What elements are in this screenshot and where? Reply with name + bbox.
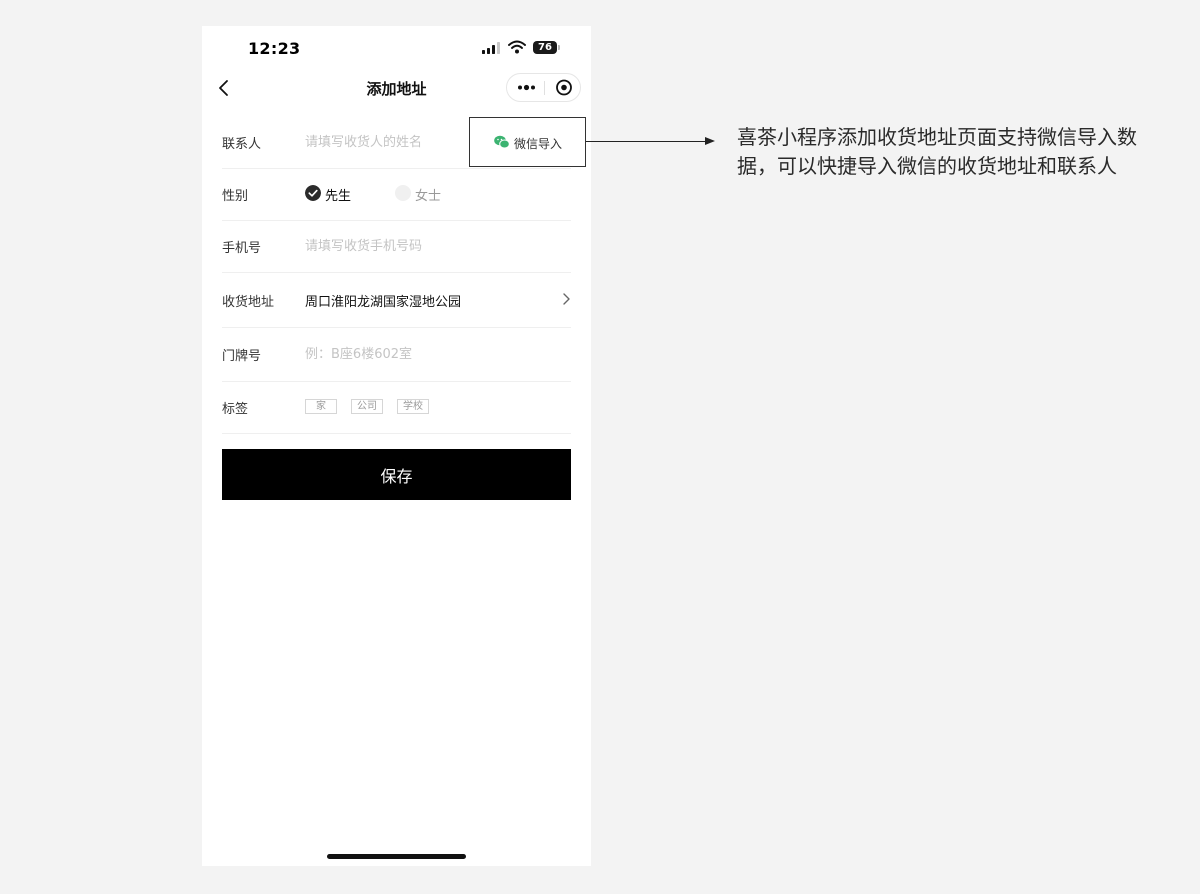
tags-label: 标签 [222, 402, 249, 417]
phone-screen: 12:23 76 添加地址 联系人 请填写收货人的姓名 性别 先生 女士 手机号… [202, 26, 591, 866]
address-value: 周口淮阳龙湖国家湿地公园 [305, 295, 462, 310]
annotation-line [586, 141, 708, 142]
battery-icon: 76 [533, 41, 557, 54]
status-time: 12:23 [248, 39, 301, 58]
contact-name-input[interactable] [305, 132, 465, 152]
door-number-row: 门牌号 [222, 327, 571, 382]
more-dots-icon[interactable] [507, 74, 544, 101]
wechat-import-label: 微信导入 [514, 137, 563, 151]
gender-option-female[interactable]: 女士 [395, 168, 455, 220]
annotation-text: 喜茶小程序添加收货地址页面支持微信导入数据，可以快捷导入微信的收货地址和联系人 [737, 125, 1137, 178]
target-circle-icon[interactable] [545, 74, 581, 101]
tags-row: 标签 家 公司 学校 [222, 381, 571, 434]
phone-label: 手机号 [222, 241, 262, 256]
signal-icon [482, 42, 500, 54]
radio-unchecked-icon [395, 185, 411, 201]
tag-company[interactable]: 公司 [351, 399, 383, 414]
wifi-icon [508, 40, 526, 54]
check-circle-icon [305, 185, 321, 201]
phone-input[interactable] [305, 236, 555, 256]
annotation-arrowhead [705, 137, 715, 145]
door-number-label: 门牌号 [222, 349, 262, 364]
address-label: 收货地址 [222, 295, 275, 310]
contact-label: 联系人 [222, 137, 262, 152]
home-indicator [327, 854, 466, 859]
gender-option-label: 先生 [325, 189, 352, 204]
mini-program-capsule [506, 73, 581, 102]
door-number-input[interactable] [305, 344, 555, 364]
gender-option-label: 女士 [415, 189, 442, 204]
address-row[interactable]: 收货地址 周口淮阳龙湖国家湿地公园 [222, 272, 571, 328]
gender-option-male[interactable]: 先生 [305, 168, 365, 220]
gender-row: 性别 先生 女士 [222, 168, 571, 221]
gender-label: 性别 [222, 189, 249, 204]
chevron-right-icon [563, 293, 570, 305]
wechat-icon [494, 135, 510, 149]
status-bar: 12:23 76 [202, 26, 591, 70]
save-button[interactable]: 保存 [222, 449, 571, 500]
tag-school[interactable]: 学校 [397, 399, 429, 414]
battery-tip [558, 45, 560, 50]
tag-home[interactable]: 家 [305, 399, 337, 414]
wechat-import-button[interactable]: 微信导入 [469, 117, 586, 167]
phone-row: 手机号 [222, 220, 571, 273]
